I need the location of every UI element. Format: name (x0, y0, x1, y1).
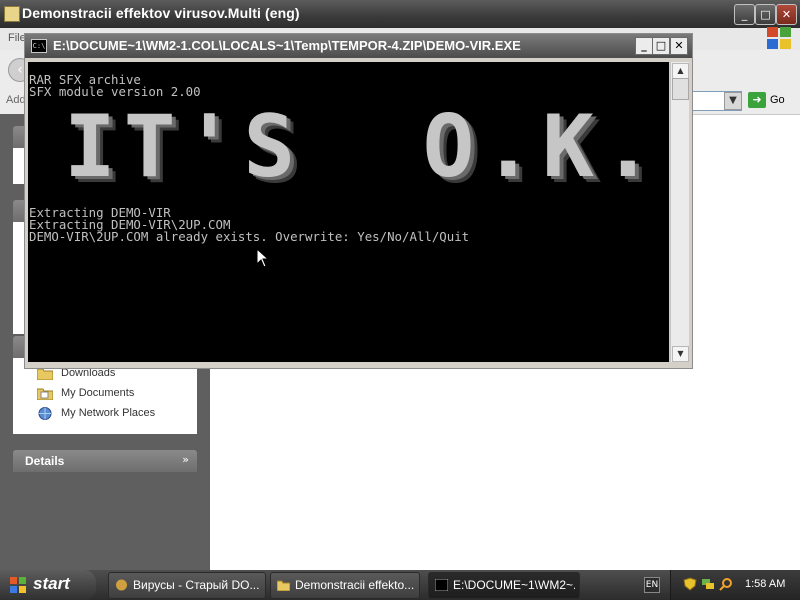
console-minimize-button[interactable]: _ (635, 37, 653, 55)
scroll-thumb[interactable] (672, 78, 689, 100)
console-close-button[interactable]: ✕ (670, 37, 688, 55)
console-window: C:\ E:\DOCUME~1\WM2-1.COL\LOCALS~1\Temp\… (24, 33, 693, 369)
clock: 1:58 AM (745, 578, 786, 590)
windows-logo-icon (767, 27, 791, 49)
go-button[interactable]: Go (770, 94, 785, 106)
console-icon (435, 579, 448, 591)
taskbar: start Вирусы - Старый DO... Demonstracii… (0, 570, 800, 600)
console-title: E:\DOCUME~1\WM2-1.COL\LOCALS~1\Temp\TEMP… (53, 38, 521, 53)
console-maximize-button[interactable]: □ (652, 37, 670, 55)
chevron-down-icon[interactable]: ▼ (724, 92, 742, 110)
address-label: Add (6, 94, 26, 106)
start-label: start (33, 574, 70, 593)
console-output[interactable]: RAR SFX archive SFX module version 2.00 … (28, 62, 669, 362)
console-icon: C:\ (31, 39, 47, 53)
place-label: My Network Places (61, 407, 156, 419)
explorer-close-button[interactable]: ✕ (776, 4, 797, 25)
scroll-down-icon[interactable]: ▼ (672, 346, 689, 362)
explorer-title-bar[interactable]: Demonstracii effektov virusov.Multi (eng… (0, 0, 800, 28)
security-shield-icon[interactable] (683, 577, 697, 591)
place-label: My Documents (61, 387, 135, 399)
network-icon (38, 407, 52, 420)
console-prompt-line: DEMO-VIR\2UP.COM already exists. Overwri… (29, 229, 470, 244)
chevron-down-icon[interactable]: » (182, 453, 189, 466)
task-label: Вирусы - Старый DO... (133, 578, 260, 592)
other-places-box: Downloads My Documents My Network Places (13, 358, 197, 434)
console-title-bar[interactable]: C:\ E:\DOCUME~1\WM2-1.COL\LOCALS~1\Temp\… (25, 34, 692, 58)
task-label: E:\DOCUME~1\WM2~... (453, 578, 575, 592)
network-icon[interactable] (701, 577, 715, 591)
mouse-cursor-icon (256, 248, 270, 268)
task-button-explorer[interactable]: Demonstracii effekto... (270, 572, 420, 599)
scroll-up-icon[interactable]: ▲ (672, 63, 689, 79)
task-button-virusy[interactable]: Вирусы - Старый DO... (108, 572, 266, 599)
documents-icon (37, 388, 53, 400)
console-scrollbar[interactable]: ▲ ▼ (670, 62, 689, 362)
search-icon[interactable] (719, 577, 733, 591)
start-button[interactable]: start (0, 570, 96, 600)
browser-icon (116, 579, 127, 591)
folder-icon (277, 580, 290, 591)
language-indicator[interactable]: EN (644, 577, 660, 593)
system-tray: 1:58 AM (670, 570, 800, 600)
windows-flag-icon (10, 577, 26, 593)
task-label: Demonstracii effekto... (295, 578, 415, 592)
details-header[interactable]: Details » (13, 450, 197, 472)
go-arrow-icon[interactable]: ➜ (748, 92, 766, 108)
details-label: Details (25, 454, 65, 468)
explorer-maximize-button[interactable]: □ (755, 4, 776, 25)
folder-icon (4, 6, 20, 22)
explorer-title: Demonstracii effektov virusov.Multi (eng… (22, 5, 300, 21)
ascii-art-banner: IT'S O.K. (64, 97, 662, 197)
task-button-console[interactable]: E:\DOCUME~1\WM2~... (428, 572, 580, 599)
explorer-minimize-button[interactable]: _ (734, 4, 755, 25)
